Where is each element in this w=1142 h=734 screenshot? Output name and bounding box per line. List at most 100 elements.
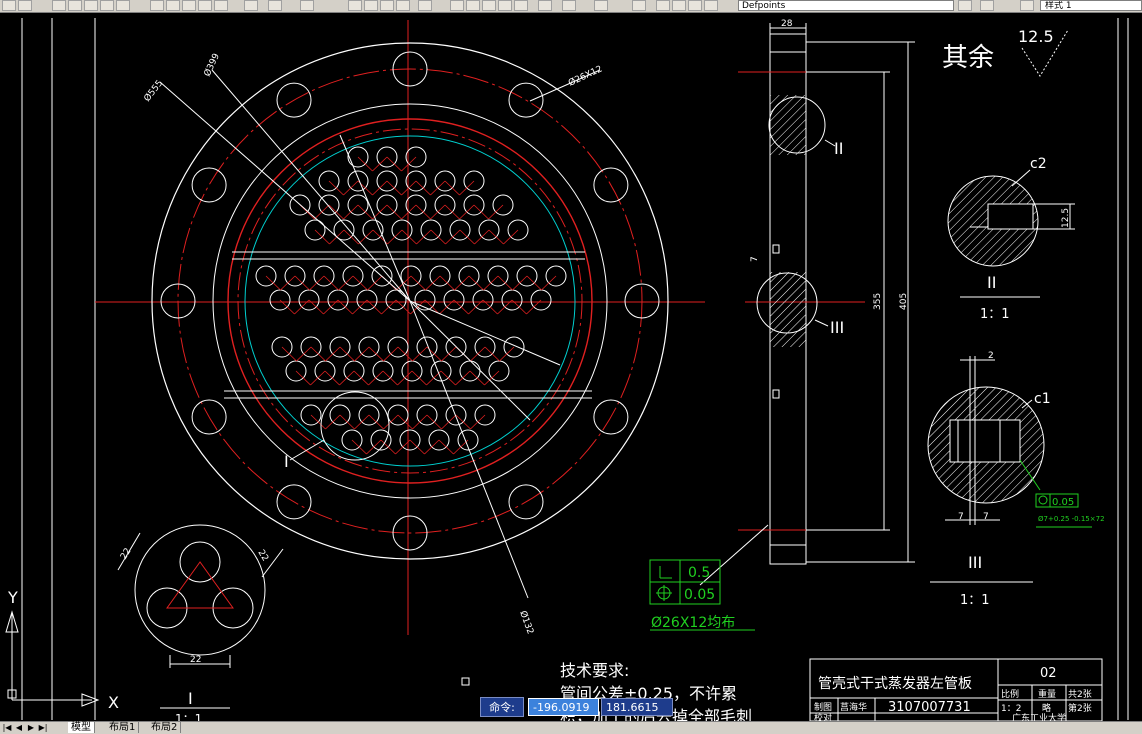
school-name: 广东工业大学 [1012, 712, 1066, 721]
redo-icon[interactable] [268, 0, 282, 11]
preview-icon[interactable] [68, 0, 82, 11]
detail-III-title: III [968, 553, 982, 572]
text-style-icon[interactable] [1020, 0, 1034, 11]
coordinate-y-input[interactable]: 181.6615 [601, 698, 673, 716]
title-block: 管壳式干式蒸发器左管板 02 比例 重量 共2张 1：2 略 第2张 制图 莒海… [809, 658, 1103, 721]
ucs-y-label: Y [7, 588, 18, 607]
dim-dia-132: Ø132 [517, 609, 536, 636]
print-icon[interactable] [52, 0, 66, 11]
pan-icon[interactable] [348, 0, 362, 11]
ucs-icon: Y X [5, 588, 119, 712]
help-icon[interactable] [594, 0, 608, 11]
save-icon[interactable] [18, 0, 32, 11]
dim-dia-555: Ø555 [142, 78, 166, 104]
calculator-icon[interactable] [562, 0, 576, 11]
dim-22-left: 22 [119, 547, 134, 562]
tol-small-position: 0.05 [1052, 497, 1074, 508]
tool-palette-icon[interactable] [482, 0, 496, 11]
layer-dropdown[interactable]: Defpoints [738, 0, 954, 11]
undo-icon[interactable] [244, 0, 258, 11]
section-III-marker: III [830, 318, 844, 337]
chamfer-c2: c2 [1030, 156, 1047, 172]
dim-22-bottom: 22 [190, 655, 201, 665]
tubesheet-front-view: Ø555 Ø399 Ø26X12 Ø132 I [95, 20, 705, 636]
scale-value: 1：2 [1001, 704, 1021, 714]
markup-icon[interactable] [514, 0, 528, 11]
dim-2: 2 [988, 351, 994, 361]
tolerance-frames: 0.5 0.05 Ø26X12均布 [649, 559, 755, 631]
plot-icon[interactable] [100, 0, 114, 11]
redo-dropdown-icon[interactable] [300, 0, 314, 11]
copy-icon[interactable] [166, 0, 180, 11]
dim-355: 355 [873, 293, 883, 310]
row-check: 校对 [814, 712, 832, 721]
dim-dia-399: Ø399 [202, 51, 222, 78]
color-swatch-icon[interactable] [704, 0, 718, 11]
paste-icon[interactable] [182, 0, 196, 11]
sun-icon[interactable] [672, 0, 686, 11]
dim-7-side: 7 [750, 256, 760, 262]
chamfer-c1: c1 [1034, 391, 1051, 407]
text-style-dropdown[interactable]: 样式 1 [1040, 0, 1142, 11]
make-current-layer-icon[interactable] [958, 0, 972, 11]
zoom-window-icon[interactable] [380, 0, 394, 11]
remainder-label: 其余 [942, 43, 994, 73]
brush-icon[interactable] [214, 0, 228, 11]
coordinate-x-input[interactable]: -196.0919 [528, 698, 599, 716]
part-name: 管壳式干式蒸发器左管板 [818, 675, 972, 692]
tab-layout1[interactable]: 布局1 [106, 722, 140, 733]
drawing-code: 3107007731 [888, 700, 971, 715]
col-total: 共2张 [1068, 689, 1092, 700]
drawing-canvas[interactable]: Ø555 Ø399 Ø26X12 Ø132 I 22 22 22 I 1：1 I [0, 13, 1142, 721]
quickcalc-icon[interactable] [538, 0, 552, 11]
drawer-name: 莒海华 [840, 701, 867, 713]
tab-layout2[interactable]: 布局2 [148, 722, 182, 733]
detail-I-view: 22 22 22 I 1：1 [117, 524, 284, 721]
tol-small-note: Ø7+0.25 -0.15×72 [1038, 515, 1105, 523]
layer-manager-icon[interactable] [632, 0, 646, 11]
command-prompt: 命令: [480, 697, 524, 717]
sheet-set-icon[interactable] [498, 0, 512, 11]
first-tab-icon[interactable]: |◀ [2, 723, 12, 733]
col-scale: 比例 [1001, 688, 1019, 700]
weight-value: 略 [1042, 702, 1051, 714]
dim-bolt-holes: Ø26X12 [567, 63, 604, 88]
prev-tab-icon[interactable]: ◀ [14, 723, 24, 733]
zoom-extents-icon[interactable] [418, 0, 432, 11]
layout-tabs-bar: |◀ ◀ ▶ ▶| 模型 布局1 布局2 [0, 721, 1142, 734]
layer-previous-icon[interactable] [980, 0, 994, 11]
zoom-previous-icon[interactable] [396, 0, 410, 11]
ucs-x-label: X [108, 693, 119, 712]
row-drawn: 制图 [814, 701, 832, 713]
tab-model[interactable]: 模型 [68, 722, 95, 733]
detail-I-scale: 1：1 [175, 712, 202, 721]
standard-toolbar: Defpoints 样式 1 [0, 0, 1142, 13]
dim-405: 405 [899, 293, 909, 310]
properties-icon[interactable] [450, 0, 464, 11]
detail-II-view: c2 12.5 II 1：1 [947, 156, 1075, 322]
layer-icon[interactable] [116, 0, 130, 11]
hole-note: Ø26X12均布 [651, 615, 735, 631]
last-tab-icon[interactable]: ▶| [38, 723, 48, 733]
detail-II-scale: 1：1 [980, 307, 1010, 322]
design-center-icon[interactable] [466, 0, 480, 11]
match-properties-icon[interactable] [198, 0, 212, 11]
lock-icon[interactable] [688, 0, 702, 11]
dim-7-right: 7 [983, 512, 989, 522]
bolt-hole [191, 167, 227, 203]
cut-icon[interactable] [150, 0, 164, 11]
detail-III-view: 2 7 7 c1 0.05 Ø7+0.25 -0.15×72 III 1：1 [927, 351, 1105, 608]
surface-roughness: 其余 12.5 [942, 27, 1069, 77]
publish-icon[interactable] [84, 0, 98, 11]
next-tab-icon[interactable]: ▶ [26, 723, 36, 733]
section-II-marker: II [834, 139, 843, 158]
detail-III-scale: 1：1 [960, 593, 990, 608]
zoom-realtime-icon[interactable] [364, 0, 378, 11]
open-icon[interactable] [2, 0, 16, 11]
detail-I-title: I [188, 689, 193, 708]
lightbulb-icon[interactable] [656, 0, 670, 11]
dim-28: 28 [781, 19, 793, 29]
detail-II-title: II [987, 273, 996, 292]
side-section-view: II III 28 355 405 7 [699, 19, 915, 586]
sheet-number: 第2张 [1068, 702, 1092, 714]
